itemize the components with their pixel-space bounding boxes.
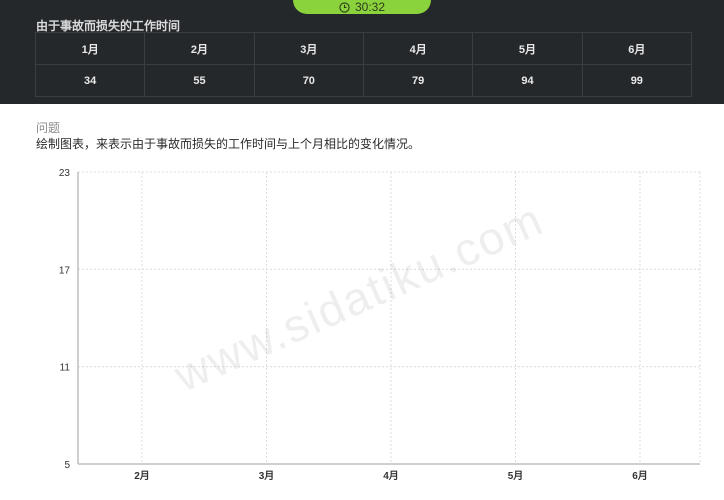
table-cell: 79 [362, 64, 474, 97]
table-header-cell: 5月 [472, 32, 583, 65]
table-header-cell: 6月 [581, 32, 693, 65]
x-tick-label: 5月 [508, 470, 524, 482]
table-header-cell: 3月 [253, 32, 364, 65]
y-tick-label: 17 [59, 265, 71, 276]
table-cell: 34 [34, 64, 146, 97]
question-label: 问题 [36, 121, 61, 135]
table-header-cell: 4月 [362, 32, 474, 65]
table-header-row: 1月 2月 3月 4月 5月 6月 [34, 32, 693, 65]
x-tick-label: 4月 [383, 470, 399, 482]
countdown-timer: 30:32 [293, 0, 431, 14]
timer-text: 30:32 [354, 0, 386, 14]
table-cell: 55 [144, 64, 255, 97]
table-row: 34 55 70 79 94 99 [34, 64, 693, 97]
x-tick-label: 3月 [259, 470, 275, 482]
y-tick-label: 5 [64, 460, 70, 471]
data-table: 1月 2月 3月 4月 5月 6月 34 55 70 79 94 99 [34, 32, 693, 97]
x-tick-label: 6月 [632, 470, 648, 482]
table-header-cell: 1月 [34, 32, 146, 65]
y-tick-label: 23 [59, 168, 71, 179]
x-tick-label: 2月 [134, 470, 150, 482]
header-panel: 30:32 由于事故而损失的工作时间 1月 2月 3月 4月 5月 6月 34 … [0, 0, 724, 104]
question-text: 绘制图表，来表示由于事故而损失的工作时间与上个月相比的变化情况。 [36, 137, 421, 151]
y-tick-label: 11 [60, 363, 71, 374]
table-header-cell: 2月 [144, 32, 255, 65]
table-cell: 94 [472, 64, 583, 97]
clock-icon [339, 1, 350, 13]
table-cell: 99 [581, 64, 693, 97]
table-cell: 70 [253, 64, 364, 97]
